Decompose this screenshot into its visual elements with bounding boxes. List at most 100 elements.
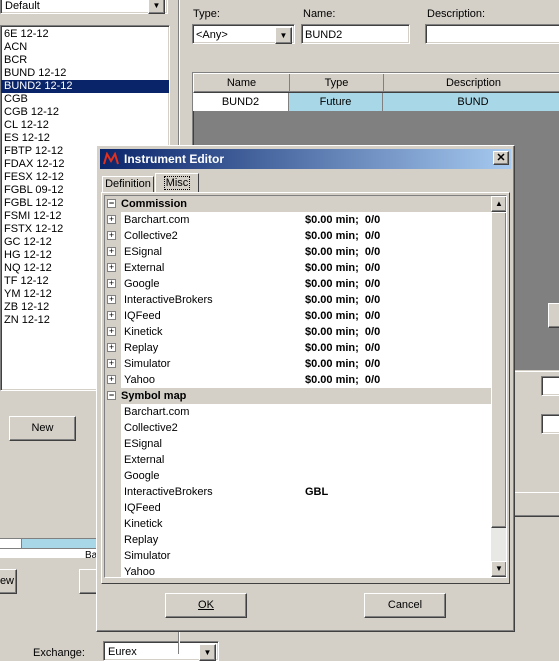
list-item[interactable]: ACN [1, 41, 169, 54]
row-gutter [105, 564, 121, 577]
ok-button[interactable]: OK [165, 593, 247, 618]
property-row[interactable]: Barchart.com [105, 404, 495, 421]
template-dropdown[interactable]: Default ▼ [0, 0, 168, 14]
plus-expand-icon[interactable]: + [107, 311, 116, 320]
property-value[interactable]: $0.00 min; 0/0 [302, 276, 495, 293]
property-row[interactable]: + Barchart.com $0.00 min; 0/0 [105, 212, 495, 229]
property-row[interactable]: Collective2 [105, 420, 495, 437]
list-item[interactable]: BCR [1, 54, 169, 67]
property-row[interactable]: + Google $0.00 min; 0/0 [105, 276, 495, 293]
property-value[interactable] [302, 532, 495, 549]
property-grid-content: − Commission + Barchart.com $0.00 min; 0/0 + C… [105, 196, 495, 577]
plus-expand-icon[interactable]: + [107, 247, 116, 256]
plus-expand-icon[interactable]: + [107, 343, 116, 352]
list-item[interactable]: 6E 12-12 [1, 28, 169, 41]
plus-expand-icon[interactable]: + [107, 263, 116, 272]
property-value[interactable] [302, 516, 495, 533]
property-value[interactable]: $0.00 min; 0/0 [302, 356, 495, 373]
property-row[interactable]: Google [105, 468, 495, 485]
name-input[interactable]: BUND2 [301, 24, 410, 44]
view-button[interactable]: ew [0, 569, 17, 594]
dialog-title-bar[interactable]: Instrument Editor ✕ [100, 149, 511, 169]
property-row[interactable]: Kinetick [105, 516, 495, 533]
right-partial-input-1[interactable] [541, 376, 559, 396]
property-value[interactable]: $0.00 min; 0/0 [302, 212, 495, 229]
property-grid[interactable]: − Commission + Barchart.com $0.00 min; 0/0 + C… [104, 195, 507, 578]
category-row[interactable]: − Commission [105, 196, 491, 212]
tab-definition[interactable]: Definition [102, 176, 154, 193]
arrow-down-icon[interactable]: ▼ [491, 561, 506, 577]
right-partial-button-2[interactable] [509, 492, 559, 517]
table-row[interactable]: BUND2 Future BUND [193, 93, 559, 111]
arrow-up-icon[interactable]: ▲ [491, 196, 506, 212]
property-value[interactable]: $0.00 min; 0/0 [302, 372, 495, 389]
list-item[interactable]: BUND2 12-12 [1, 80, 169, 93]
collapse-icon[interactable]: − [107, 199, 116, 208]
property-row[interactable]: + Kinetick $0.00 min; 0/0 [105, 324, 495, 341]
plus-expand-icon[interactable]: + [107, 231, 116, 240]
chevron-down-icon[interactable]: ▼ [275, 27, 292, 44]
property-row[interactable]: IQFeed [105, 500, 495, 517]
list-item[interactable]: BUND 12-12 [1, 67, 169, 80]
property-value[interactable] [302, 404, 495, 421]
property-value[interactable]: $0.00 min; 0/0 [302, 228, 495, 245]
property-row[interactable]: + Replay $0.00 min; 0/0 [105, 340, 495, 357]
property-row[interactable]: + Yahoo $0.00 min; 0/0 [105, 372, 495, 389]
property-row[interactable]: + InteractiveBrokers $0.00 min; 0/0 [105, 292, 495, 309]
list-item[interactable]: ES 12-12 [1, 132, 169, 145]
category-row[interactable]: − Symbol map [105, 388, 491, 404]
list-item[interactable]: CGB [1, 93, 169, 106]
type-dropdown[interactable]: <Any> ▼ [192, 24, 295, 44]
property-value[interactable] [302, 564, 495, 577]
vertical-scrollbar[interactable]: ▲ ▼ [491, 196, 506, 577]
chevron-down-icon[interactable]: ▼ [148, 0, 165, 14]
property-value[interactable] [302, 436, 495, 453]
property-value[interactable]: $0.00 min; 0/0 [302, 292, 495, 309]
property-value[interactable]: GBL [302, 484, 495, 501]
property-value[interactable]: $0.00 min; 0/0 [302, 308, 495, 325]
property-row[interactable]: + IQFeed $0.00 min; 0/0 [105, 308, 495, 325]
property-value[interactable] [302, 420, 495, 437]
property-value[interactable]: $0.00 min; 0/0 [302, 260, 495, 277]
plus-expand-icon[interactable]: + [107, 359, 116, 368]
col-header-type[interactable]: Type [290, 74, 384, 92]
property-value[interactable] [302, 452, 495, 469]
property-value[interactable] [302, 468, 495, 485]
property-value[interactable]: $0.00 min; 0/0 [302, 324, 495, 341]
plus-expand-icon[interactable]: + [107, 279, 116, 288]
property-row[interactable]: Replay [105, 532, 495, 549]
chevron-down-icon[interactable]: ▼ [199, 644, 216, 661]
right-partial-button[interactable] [548, 303, 559, 328]
description-input[interactable] [425, 24, 559, 44]
property-row[interactable]: InteractiveBrokers GBL [105, 484, 495, 501]
plus-expand-icon[interactable]: + [107, 375, 116, 384]
property-value[interactable]: $0.00 min; 0/0 [302, 340, 495, 357]
close-icon[interactable]: ✕ [493, 151, 509, 165]
new-button[interactable]: New [9, 416, 76, 441]
collapse-icon[interactable]: − [107, 391, 116, 400]
tab-misc[interactable]: Misc [155, 173, 199, 193]
col-header-name[interactable]: Name [194, 74, 290, 92]
right-partial-input-2[interactable] [541, 414, 559, 434]
property-value[interactable]: $0.00 min; 0/0 [302, 244, 495, 261]
property-row[interactable]: External [105, 452, 495, 469]
cancel-button[interactable]: Cancel [364, 593, 446, 618]
property-row[interactable]: + Collective2 $0.00 min; 0/0 [105, 228, 495, 245]
col-header-description[interactable]: Description [384, 74, 559, 92]
property-value[interactable] [302, 548, 495, 565]
scrollbar-thumb[interactable] [491, 212, 506, 528]
property-row[interactable]: + Simulator $0.00 min; 0/0 [105, 356, 495, 373]
plus-expand-icon[interactable]: + [107, 327, 116, 336]
plus-expand-icon[interactable]: + [107, 215, 116, 224]
property-row[interactable]: ESignal [105, 436, 495, 453]
property-name: Replay [121, 340, 305, 357]
list-item[interactable]: CGB 12-12 [1, 106, 169, 119]
plus-expand-icon[interactable]: + [107, 295, 116, 304]
property-value[interactable] [302, 500, 495, 517]
property-row[interactable]: + ESignal $0.00 min; 0/0 [105, 244, 495, 261]
property-row[interactable]: Simulator [105, 548, 495, 565]
property-row[interactable]: + External $0.00 min; 0/0 [105, 260, 495, 277]
list-item[interactable]: CL 12-12 [1, 119, 169, 132]
property-row[interactable]: Yahoo [105, 564, 495, 577]
exchange-dropdown[interactable]: Eurex ▼ [103, 641, 219, 661]
